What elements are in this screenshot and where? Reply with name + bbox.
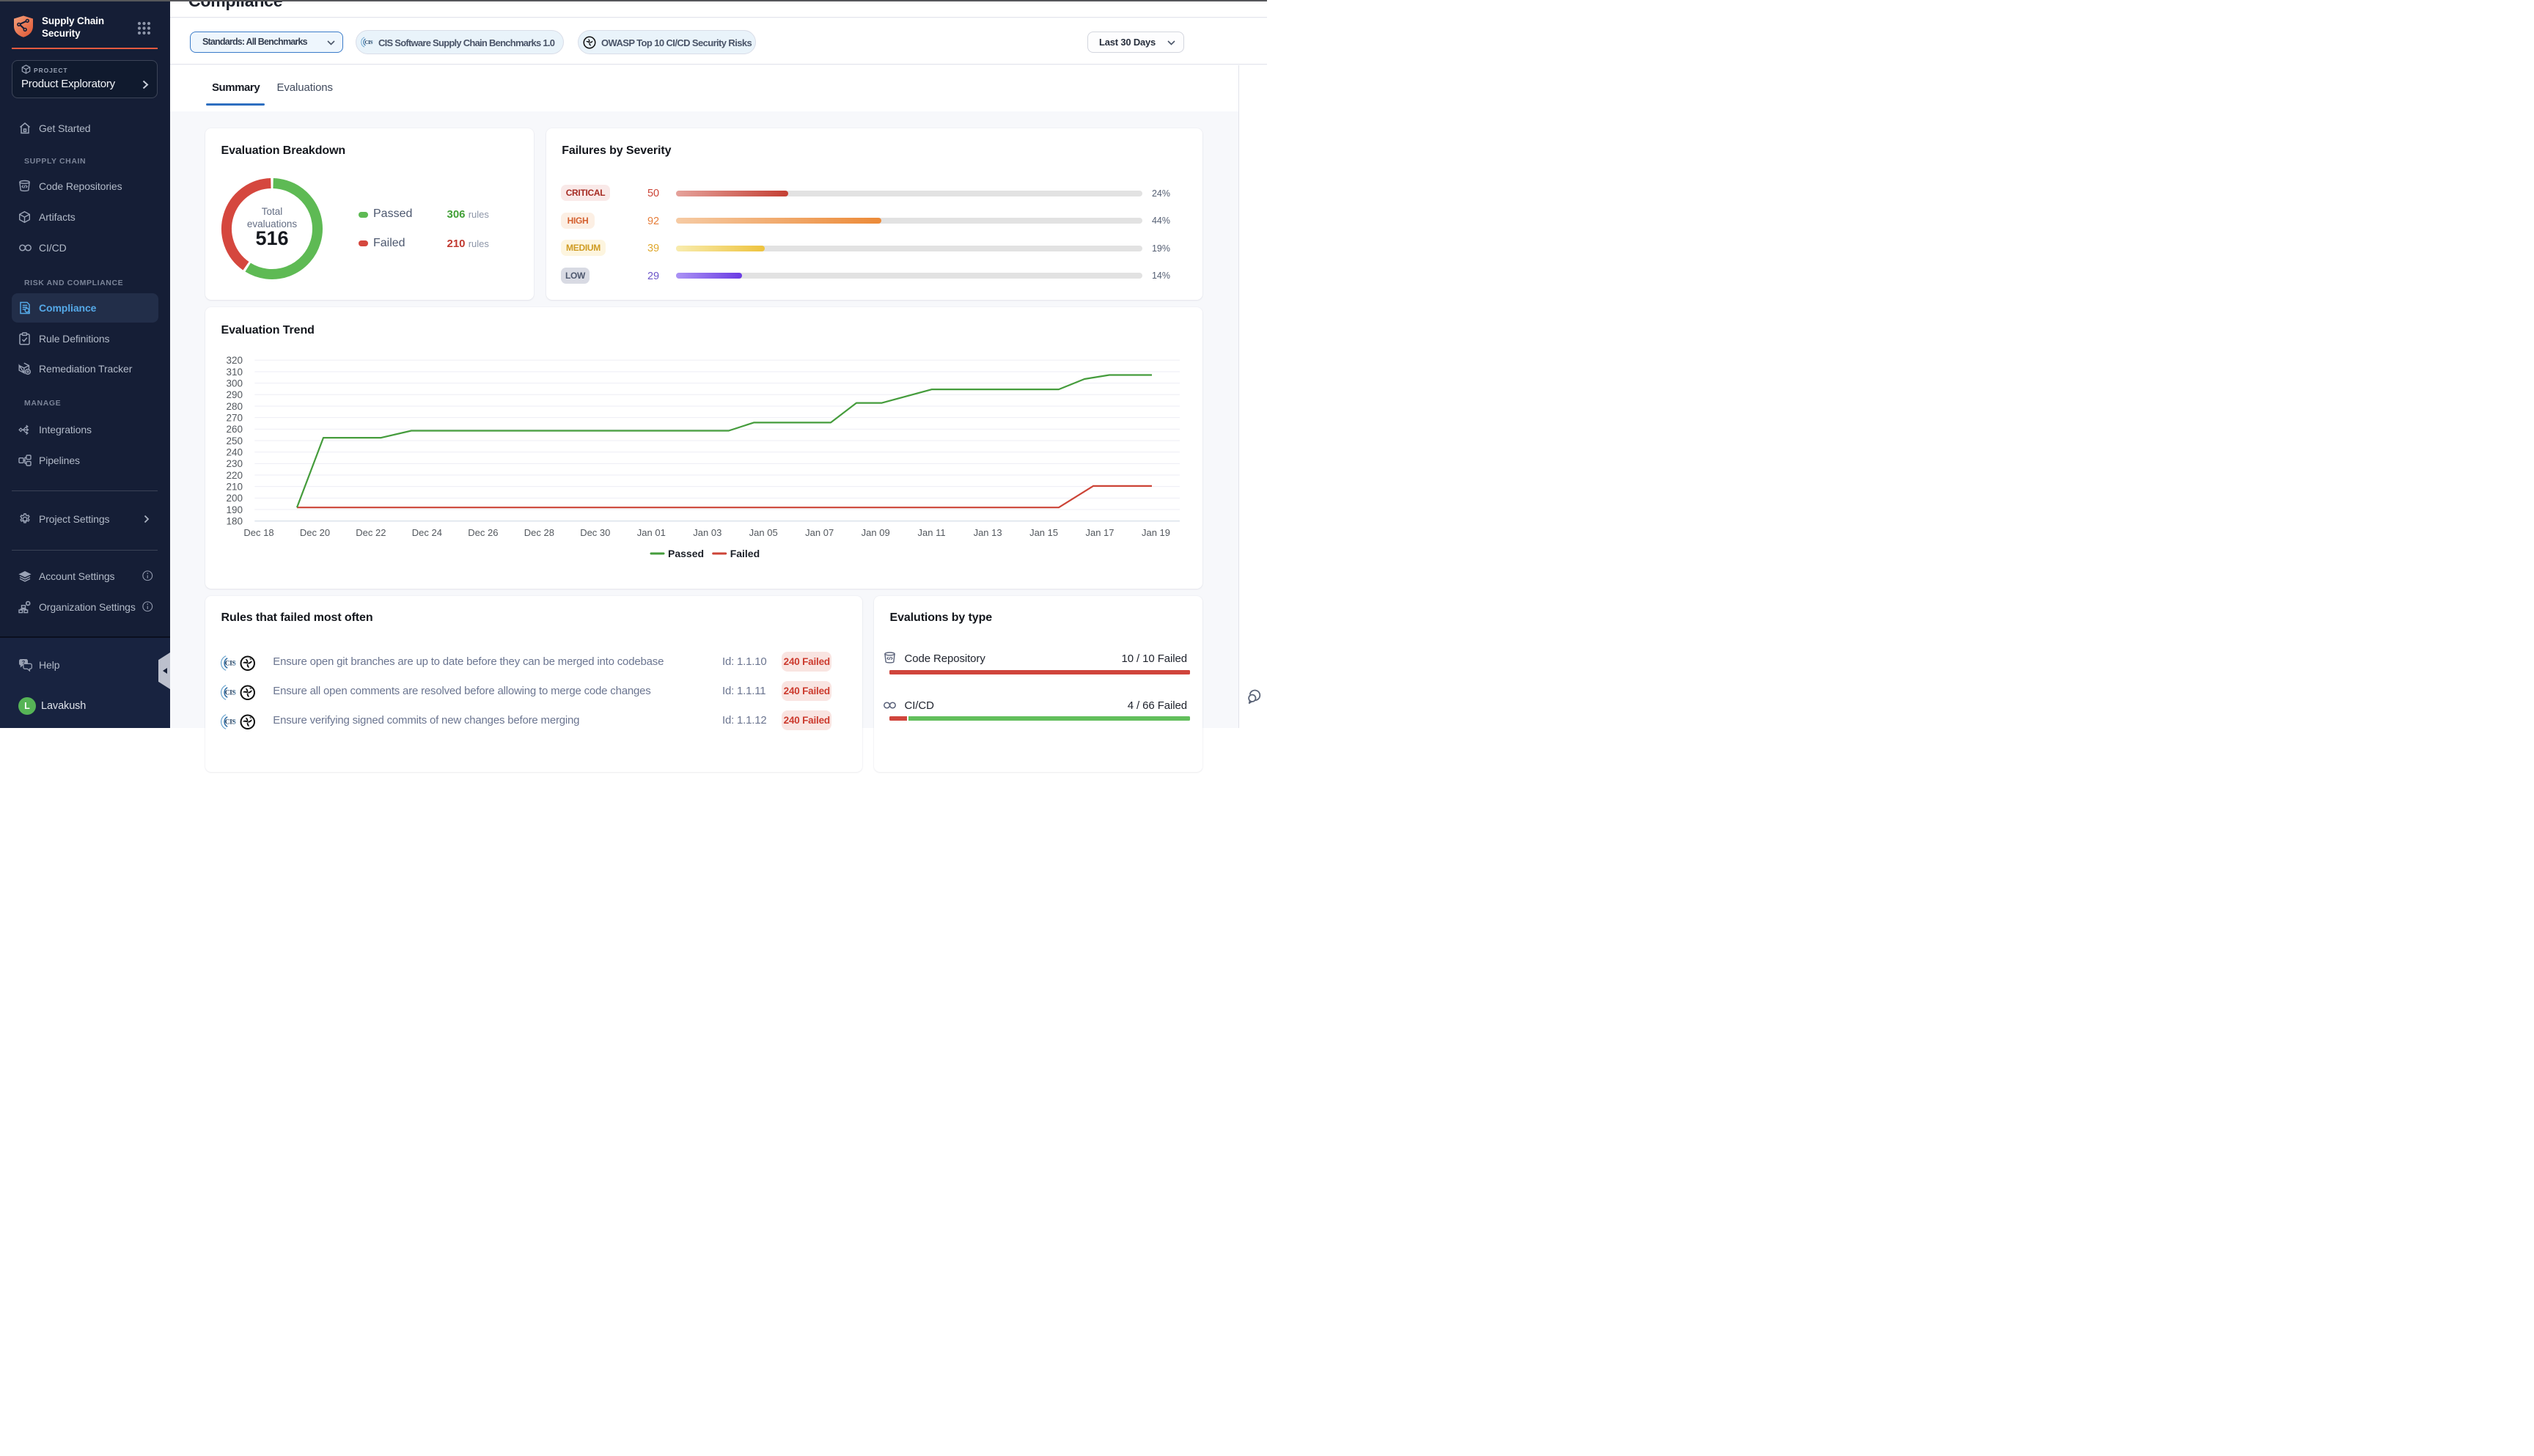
svg-text:Jan 01: Jan 01: [637, 527, 666, 538]
svg-text:CIS: CIS: [225, 718, 236, 727]
svg-text:Jan 11: Jan 11: [918, 527, 946, 538]
svg-text:Jan 03: Jan 03: [693, 527, 721, 538]
svg-text:Dec 18: Dec 18: [243, 527, 273, 538]
svg-text:Jan 13: Jan 13: [974, 527, 1002, 538]
svg-text:220: 220: [226, 470, 243, 481]
svg-text:Dec 22: Dec 22: [356, 527, 386, 538]
svg-text:250: 250: [226, 435, 243, 446]
svg-text:300: 300: [226, 378, 243, 389]
svg-text:230: 230: [226, 458, 243, 469]
svg-text:Jan 17: Jan 17: [1085, 527, 1114, 538]
svg-text:Dec 24: Dec 24: [412, 527, 442, 538]
svg-text:190: 190: [226, 504, 243, 515]
svg-text:280: 280: [226, 401, 243, 412]
svg-text:Jan 15: Jan 15: [1029, 527, 1058, 538]
svg-text:320: 320: [226, 355, 243, 366]
svg-text:Dec 30: Dec 30: [580, 527, 610, 538]
svg-text:240: 240: [226, 446, 243, 457]
svg-text:CIS: CIS: [225, 660, 236, 668]
svg-text:CIS: CIS: [225, 689, 236, 697]
svg-text:260: 260: [226, 424, 243, 435]
svg-text:Jan 05: Jan 05: [749, 527, 778, 538]
svg-text:CIS: CIS: [365, 40, 373, 45]
svg-text:180: 180: [226, 515, 243, 526]
svg-text:Jan 09: Jan 09: [862, 527, 890, 538]
svg-text:Jan 19: Jan 19: [1142, 527, 1170, 538]
svg-text:Failed: Failed: [730, 548, 760, 559]
svg-text:Dec 20: Dec 20: [300, 527, 330, 538]
svg-text:310: 310: [226, 367, 243, 378]
svg-text:270: 270: [226, 412, 243, 423]
svg-text:Dec 28: Dec 28: [524, 527, 554, 538]
svg-text:200: 200: [226, 493, 243, 504]
svg-text:Dec 26: Dec 26: [468, 527, 498, 538]
svg-text:290: 290: [226, 389, 243, 400]
svg-text:Passed: Passed: [668, 548, 704, 559]
svg-text:210: 210: [226, 481, 243, 492]
svg-text:Jan 07: Jan 07: [805, 527, 834, 538]
